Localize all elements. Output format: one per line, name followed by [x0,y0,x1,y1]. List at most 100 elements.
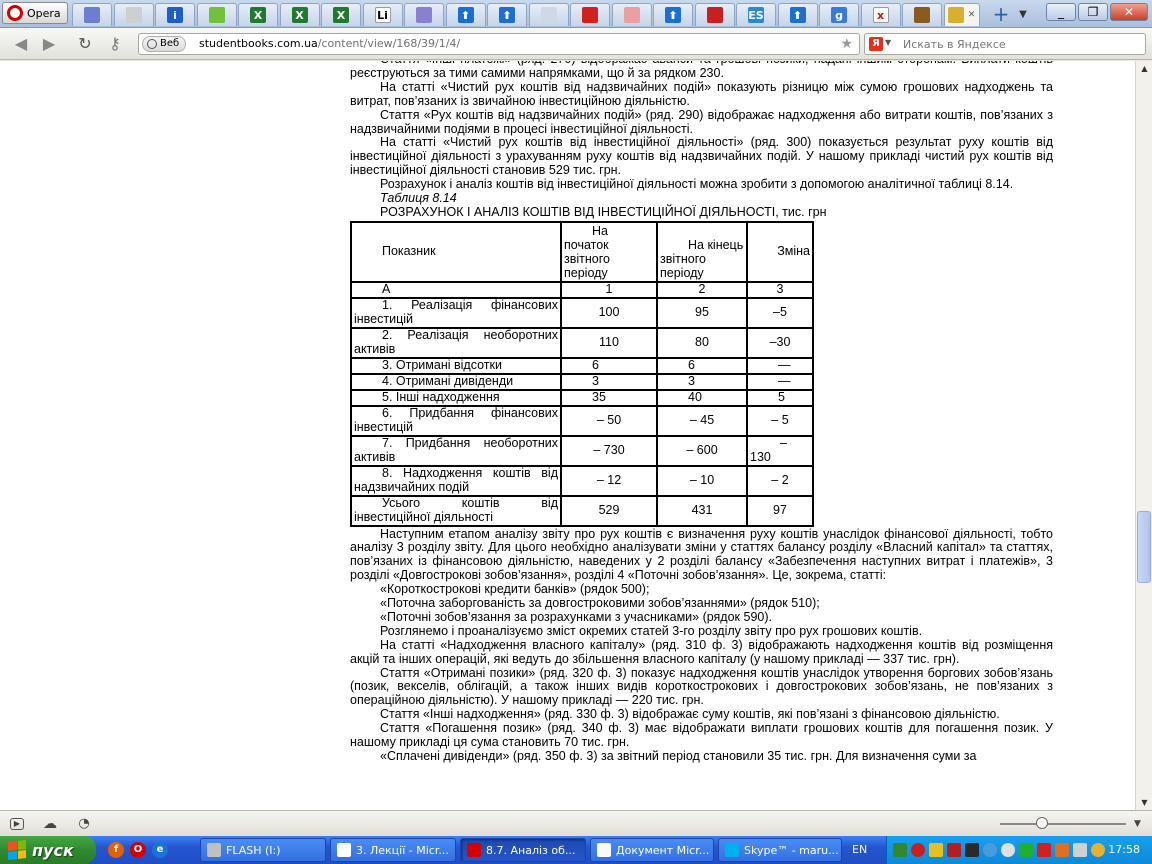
browser-tab[interactable] [196,3,237,26]
start-button[interactable]: пуск [0,836,96,864]
zoom-slider-knob[interactable] [1035,817,1048,829]
firefox-icon[interactable]: f [108,842,124,858]
restore-button[interactable]: ❐ [1078,3,1108,21]
browser-tab[interactable] [570,3,610,26]
start-label: пуск [32,840,74,860]
taskbar-button[interactable]: FLASH (I:) [200,838,326,862]
table-value-cell: – 600 [656,434,748,467]
table-row: Усього коштів від інвестиційної діяльнос… [350,494,814,527]
info-icon: i [167,7,183,23]
upload-arrow-icon: ⬆ [789,7,806,23]
taskbar-button[interactable]: Skype™ - maru... [718,838,842,862]
article-paragraph: Розглянемо і проаналізуємо зміст окремих… [380,623,923,638]
browser-tab[interactable]: ⬆ [487,3,527,26]
yandex-icon[interactable]: Я [869,37,883,51]
taskbar-button-label: 8.7. Аналіз об... [486,843,576,857]
opera-quicklaunch-icon[interactable]: O [130,842,146,858]
browser-tab[interactable]: g [819,3,859,26]
tray-app-icon[interactable] [965,843,979,857]
browser-tab[interactable]: ⬆ [445,3,486,26]
tray-app-icon[interactable] [947,843,961,857]
clock: 17:58 [1108,843,1140,856]
browser-tab[interactable]: X [279,3,320,26]
url-text[interactable]: studentbooks.com.ua/content/view/168/39/… [199,37,460,50]
tray-app-icon[interactable] [1037,843,1051,857]
list-item: «Поточна заборгованість за довгострокови… [380,596,820,611]
browser-tab[interactable]: ES [736,3,776,26]
browser-tab[interactable]: i [155,3,195,26]
browser-tab[interactable]: Li [362,3,403,26]
back-arrow-icon[interactable]: ◀ [10,34,32,54]
red-chart-icon [706,7,723,23]
scroll-thumb[interactable] [1137,511,1151,583]
vertical-scrollbar[interactable]: ▲ ▼ [1135,61,1152,810]
taskbar-button-label: Skype™ - maru... [744,843,839,857]
browser-tab[interactable] [113,3,154,26]
excel-icon: X [291,7,308,23]
article-content: Стаття «Інші платежі» (ряд. 270) відобра… [350,61,1053,764]
table-caption-title: РОЗРАХУНОК І АНАЛІЗ КОШТІВ ВІД ІНВЕСТИЦІ… [380,204,827,219]
table-value-cell: 80 [656,326,748,359]
forward-arrow-icon[interactable]: ▶ [38,34,60,54]
tabs-menu-icon[interactable]: ▼ [1014,6,1032,24]
taskbar-button[interactable]: 3. Лекції - Micr... [330,838,456,862]
tray-app-icon[interactable] [1091,843,1105,857]
browser-tab[interactable] [902,3,942,26]
table-value-cell: — [746,356,814,375]
bookmark-star-icon[interactable]: ★ [840,36,853,52]
browser-tab[interactable] [72,3,112,26]
browser-tab[interactable] [694,3,735,26]
speed-dial-icon[interactable]: ◔ [76,816,92,832]
books-icon [914,7,930,23]
volume-icon[interactable] [1073,843,1087,857]
close-window-button[interactable]: ✕ [1110,3,1148,21]
search-field[interactable]: Я ▼ [864,33,1146,55]
browser-tab[interactable]: ✕ [943,3,980,26]
panel-toggle-icon[interactable]: ▶ [10,818,24,830]
browser-tab[interactable] [404,3,444,26]
site-info-badge[interactable]: Веб [142,36,187,52]
reload-icon[interactable]: ↻ [74,34,96,54]
browser-tab[interactable]: X [238,3,278,26]
tray-app-icon[interactable] [1055,843,1069,857]
opera-menu-button[interactable]: Opera [2,2,68,24]
close-tab-icon[interactable]: ✕ [968,10,976,20]
browser-tab[interactable] [611,3,652,26]
table-row: 7. Придбання необоротних активів – 730– 6… [350,434,814,467]
article-paragraph: Стаття «Отримані позики» (ряд. 320 ф. 3)… [350,665,1053,708]
antivirus-icon[interactable] [911,843,925,857]
safely-remove-icon[interactable] [893,843,907,857]
url-path: /content/view/168/39/1/4/ [317,37,461,50]
security-shield-icon[interactable] [929,843,943,857]
table-value-cell: 2 [656,280,748,299]
globe-icon [147,39,157,49]
tray-app-icon[interactable] [1019,843,1033,857]
address-field[interactable]: Веб studentbooks.com.ua/content/view/168… [138,33,860,55]
scroll-up-arrow-icon[interactable]: ▲ [1137,61,1152,76]
search-engine-dropdown-icon[interactable]: ▼ [885,38,891,47]
browser-tab[interactable]: x [860,3,901,26]
cloud-icon[interactable]: ☁ [42,816,58,832]
language-indicator[interactable]: EN [852,843,867,856]
internet-explorer-icon[interactable]: e [152,842,168,858]
network-icon[interactable] [983,843,997,857]
browser-tab[interactable] [528,3,569,26]
table-row: 5. Інші надходження 35 40 5 [350,388,814,407]
taskbar-button[interactable]: 8.7. Аналіз об... [460,838,586,862]
tray-app-icon[interactable] [1001,843,1015,857]
taskbar-button[interactable]: Документ Micr... [590,838,714,862]
article-paragraph: «Сплачені дивіденди» (ряд. 350 ф. 3) за … [380,749,977,763]
browser-tab[interactable]: ⬆ [777,3,818,26]
word-icon [337,843,351,857]
key-icon[interactable]: ⚷ [104,34,126,54]
minimize-button[interactable]: _ [1046,3,1076,21]
new-tab-button[interactable]: + [990,4,1012,25]
search-input[interactable] [903,36,1133,52]
browser-tab[interactable]: X [321,3,361,26]
scroll-down-arrow-icon[interactable]: ▼ [1137,795,1152,810]
zoom-slider-track[interactable] [1000,823,1126,825]
browser-tab[interactable]: ⬆ [653,3,693,26]
excel-icon: X [333,7,349,23]
zoom-menu-icon[interactable]: ▼ [1134,819,1141,829]
taskbar-button-label: FLASH (I:) [226,843,281,857]
